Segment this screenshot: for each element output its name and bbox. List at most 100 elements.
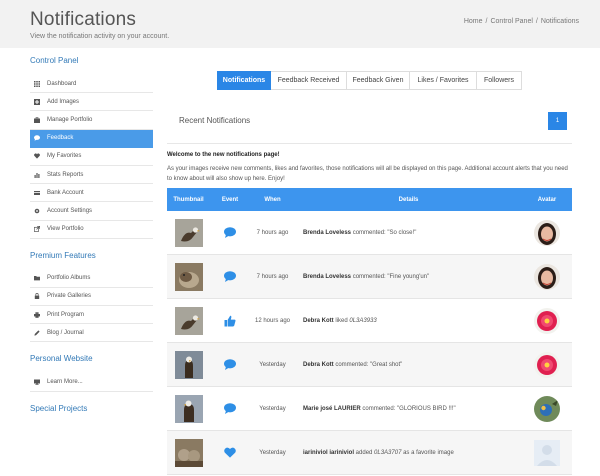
- sidebar-item-stats-reports[interactable]: Stats Reports: [30, 166, 153, 185]
- eaglets-thumbnail[interactable]: [174, 438, 203, 467]
- folder-open-icon: [34, 275, 40, 281]
- sidebar-item-portfolio-albums[interactable]: Portfolio Albums: [30, 270, 153, 288]
- breadcrumb-home[interactable]: Home: [464, 18, 483, 25]
- sidebar-item-label: Stats Reports: [47, 171, 84, 178]
- welcome-text: As your images receive new comments, lik…: [167, 166, 568, 182]
- eagle-thumbnail[interactable]: [174, 394, 203, 423]
- sidebar-title-personal-website: Personal Website: [30, 354, 93, 364]
- sidebar-item-learn-more[interactable]: Learn More...: [30, 373, 153, 392]
- avatar[interactable]: [534, 439, 560, 466]
- eagle-thumbnail[interactable]: [174, 350, 203, 379]
- details-text: Marie josé LAURIER commented: "GLORIOUS …: [303, 405, 456, 412]
- printer-icon: [34, 311, 40, 318]
- sidebar-item-dashboard[interactable]: Dashboard: [30, 75, 153, 94]
- user-link[interactable]: iariniviol iariniviol: [303, 450, 354, 456]
- image-link[interactable]: 0L3A3933: [349, 318, 376, 324]
- sidebar-item-label: Portfolio Albums: [47, 275, 91, 282]
- comment-icon: [224, 403, 236, 414]
- image-link[interactable]: 0L3A3707: [374, 450, 401, 456]
- avatar[interactable]: [534, 307, 560, 334]
- sidebar-item-label: Private Galleries: [47, 293, 92, 300]
- sidebar-item-manage-portfolio[interactable]: Manage Portfolio: [30, 111, 153, 130]
- external-link-icon: [33, 226, 41, 232]
- comment-icon: [224, 271, 236, 282]
- sidebar-item-label: Add Images: [47, 98, 80, 105]
- heart-icon: [34, 153, 40, 159]
- sidebar-title-premium-features: Premium Features: [30, 250, 96, 260]
- column-header-thumbnail: Thumbnail: [173, 196, 204, 203]
- when-text: 12 hours ago: [254, 317, 291, 324]
- page-button-1[interactable]: 1: [548, 112, 567, 130]
- avatar[interactable]: [534, 219, 560, 246]
- tab-likes-favorites[interactable]: Likes / Favorites: [410, 71, 477, 90]
- table-row: Yesterday Marie josé LAURIER commented: …: [167, 387, 572, 431]
- column-header-avatar: Avatar: [537, 196, 557, 203]
- sidebar-item-label: Feedback: [47, 135, 74, 142]
- comment-icon: [224, 227, 236, 238]
- sidebar-item-label: Bank Account: [47, 189, 84, 196]
- sidebar-item-private-galleries[interactable]: Private Galleries: [30, 288, 153, 307]
- column-header-event: Event: [221, 196, 239, 203]
- sidebar-item-print-program[interactable]: Print Program: [30, 306, 153, 325]
- table-row: Yesterday Debra Kott commented: "Great s…: [167, 343, 572, 387]
- plus-icon: [34, 98, 40, 105]
- tab-notifications[interactable]: Notifications: [217, 71, 271, 90]
- details-text: Debra Kott commented: "Great shot": [303, 361, 403, 368]
- sidebar-item-label: My Favorites: [47, 153, 82, 160]
- sidebar-item-feedback[interactable]: Feedback: [30, 129, 153, 148]
- avatar[interactable]: [534, 351, 560, 378]
- monitor-icon: [34, 379, 40, 385]
- divider: [167, 143, 572, 144]
- sidebar-item-label: Print Program: [47, 311, 85, 318]
- lock-icon: [34, 293, 40, 300]
- heart-icon: [224, 447, 236, 458]
- sidebar-item-bank-account[interactable]: Bank Account: [30, 184, 153, 203]
- breadcrumb-control-panel[interactable]: Control Panel: [490, 18, 532, 25]
- details-text: Brenda Loveless commented: "Fine young'u…: [303, 273, 430, 280]
- comment-icon: [34, 135, 40, 141]
- sidebar-item-label: Account Settings: [47, 207, 93, 214]
- eagle-thumbnail[interactable]: [174, 306, 203, 335]
- when-text: Yesterday: [259, 361, 286, 368]
- eaglet-thumbnail[interactable]: [174, 262, 203, 291]
- bar-chart-icon: [34, 172, 40, 178]
- when-text: 7 hours ago: [256, 273, 289, 280]
- avatar[interactable]: [534, 395, 560, 422]
- tab-followers[interactable]: Followers: [477, 71, 522, 90]
- sidebar-item-account-settings[interactable]: Account Settings: [30, 202, 153, 221]
- sidebar-item-add-images[interactable]: Add Images: [30, 93, 153, 112]
- sidebar-item-label: Dashboard: [47, 80, 77, 87]
- column-header-details: Details: [398, 196, 419, 203]
- column-header-when: When: [264, 196, 281, 203]
- table-row: 7 hours ago Brenda Loveless commented: "…: [167, 255, 572, 299]
- sidebar-title-special-projects[interactable]: Special Projects: [30, 404, 153, 417]
- details-text: Debra Kott liked 0L3A3933: [303, 317, 377, 324]
- table-header: Thumbnail Event When Details Avatar: [167, 188, 572, 211]
- user-link[interactable]: Debra Kott: [303, 362, 334, 368]
- avatar[interactable]: [534, 263, 560, 290]
- page-subtitle: View the notification activity on your a…: [30, 33, 170, 40]
- tab-feedback-received[interactable]: Feedback Received: [271, 71, 347, 90]
- eagle-thumbnail[interactable]: [174, 218, 203, 247]
- table-row: 7 hours ago Brenda Loveless commented: "…: [167, 211, 572, 255]
- details-text: Brenda Loveless commented: "So close!": [303, 229, 417, 236]
- user-link[interactable]: Brenda Loveless: [303, 274, 351, 280]
- sidebar-item-view-portfolio[interactable]: View Portfolio: [30, 221, 153, 239]
- user-link[interactable]: Marie josé LAURIER: [303, 406, 361, 412]
- details-text: iariniviol iariniviol added 0L3A3707 as …: [303, 449, 454, 456]
- user-link[interactable]: Debra Kott: [303, 318, 334, 324]
- notifications-table: Thumbnail Event When Details Avatar 7 ho…: [167, 188, 572, 475]
- breadcrumb: Home / Control Panel / Notifications: [463, 18, 579, 25]
- sidebar: Control Panel Dashboard Add Images Manag…: [30, 56, 153, 423]
- sidebar-item-blog-journal[interactable]: Blog / Journal: [30, 324, 153, 343]
- user-link[interactable]: Brenda Loveless: [303, 230, 351, 236]
- sidebar-item-label: Manage Portfolio: [47, 116, 93, 123]
- comment-icon: [224, 359, 236, 370]
- when-text: 7 hours ago: [256, 229, 289, 236]
- table-row: Yesterday iariniviol iariniviol added 0L…: [167, 431, 572, 475]
- thumbs-up-icon: [224, 315, 236, 326]
- sidebar-item-my-favorites[interactable]: My Favorites: [30, 148, 153, 166]
- welcome-heading: Welcome to the new notifications page!: [167, 152, 280, 158]
- tab-feedback-given[interactable]: Feedback Given: [347, 71, 410, 90]
- sidebar-item-label: Blog / Journal: [47, 329, 84, 336]
